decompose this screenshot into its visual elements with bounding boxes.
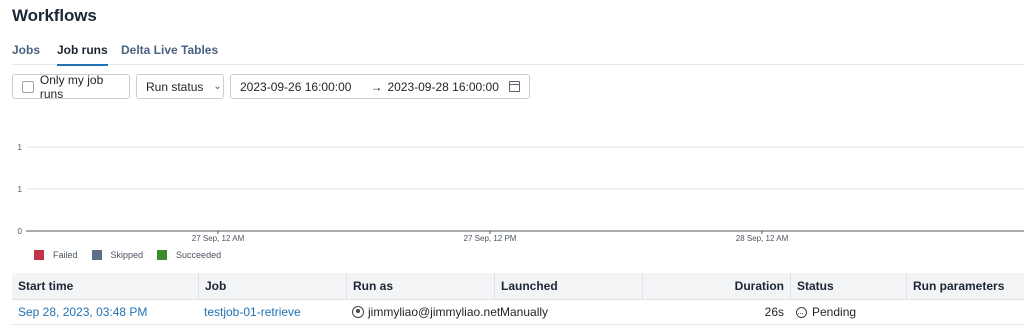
date-range-picker[interactable]: 2023-09-26 16:00:00 → 2023-09-28 16:00:0… xyxy=(230,74,530,99)
range-arrow: → xyxy=(370,79,383,94)
user-icon xyxy=(352,306,364,318)
column-header-run-as[interactable]: Run as xyxy=(346,273,494,300)
start-time-link[interactable]: Sep 28, 2023, 03:48 PM xyxy=(12,300,198,325)
page-title: Workflows xyxy=(12,6,97,25)
table-header: Start time Job Run as Launched Duration … xyxy=(12,273,1024,300)
only-my-job-runs-checkbox[interactable]: Only my job runs xyxy=(12,72,130,101)
run-status-dropdown[interactable]: Run status ⌄ xyxy=(136,74,224,99)
chart-svg: 0 1 1 27 Sep, 12 AM 27 Sep, 12 PM 28 Sep, 12 … xyxy=(18,143,1024,243)
tab-jobs[interactable]: Jobs xyxy=(12,43,40,64)
legend-item-skipped[interactable]: Skipped xyxy=(91,250,144,260)
job-runs-chart: 0 1 1 27 Sep, 12 AM 27 Sep, 12 PM 28 Sep, 12 … xyxy=(0,125,1024,265)
y-tick-label: 1 xyxy=(18,143,23,152)
chart-legend: Failed Skipped Succeeded xyxy=(34,250,235,260)
x-tick-label: 28 Sep, 12 AM xyxy=(736,234,789,243)
pending-icon xyxy=(796,301,807,326)
y-tick-label: 1 xyxy=(18,185,23,194)
run-parameters-cell xyxy=(906,300,1024,325)
legend-swatch-skipped xyxy=(91,250,102,260)
run-as-cell: jimmyliao@jimmyliao.net xyxy=(346,300,500,325)
calendar-icon[interactable] xyxy=(509,81,520,92)
tab-bar: Jobs Job runs Delta Live Tables xyxy=(12,43,1024,66)
legend-label-failed: Failed xyxy=(53,250,78,260)
launched-cell: Manually xyxy=(500,305,549,319)
job-runs-table: Start time Job Run as Launched Duration … xyxy=(12,273,1024,326)
chevron-down-icon: ⌄ xyxy=(213,81,222,92)
column-header-status[interactable]: Status xyxy=(790,273,906,300)
run-status-label: Run status xyxy=(146,79,204,94)
column-header-start-time[interactable]: Start time xyxy=(12,273,198,300)
status-value: Pending xyxy=(812,305,857,319)
column-header-duration[interactable]: Duration xyxy=(642,273,790,300)
legend-label-succeeded: Succeeded xyxy=(176,250,222,260)
legend-label-skipped: Skipped xyxy=(110,250,144,260)
tab-job-runs[interactable]: Job runs xyxy=(57,43,108,66)
legend-swatch-succeeded xyxy=(157,250,168,260)
checkbox-icon[interactable] xyxy=(22,80,34,93)
run-as-value: jimmyliao@jimmyliao.net xyxy=(368,305,501,319)
legend-item-failed[interactable]: Failed xyxy=(34,250,78,260)
x-tick-label: 27 Sep, 12 AM xyxy=(192,234,245,243)
duration-cell: 26s xyxy=(764,305,784,319)
column-header-run-parameters[interactable]: Run parameters xyxy=(906,273,1024,300)
x-tick-label: 27 Sep, 12 PM xyxy=(464,234,517,243)
status-cell: Pending xyxy=(790,300,906,326)
date-from-input[interactable]: 2023-09-26 16:00:00 xyxy=(240,80,351,94)
y-tick-label: 0 xyxy=(18,227,23,236)
column-header-launched[interactable]: Launched xyxy=(494,273,642,300)
table-row[interactable]: Sep 28, 2023, 03:48 PM testjob-01-retrie… xyxy=(12,300,1024,326)
job-link[interactable]: testjob-01-retrieve xyxy=(198,300,346,325)
legend-item-succeeded[interactable]: Succeeded xyxy=(157,250,221,260)
date-to-input[interactable]: 2023-09-28 16:00:00 xyxy=(387,80,498,94)
column-header-job[interactable]: Job xyxy=(198,273,346,300)
tab-delta-live-tables[interactable]: Delta Live Tables xyxy=(121,43,218,64)
only-my-job-runs-label: Only my job runs xyxy=(39,72,104,101)
legend-swatch-failed xyxy=(34,250,44,260)
